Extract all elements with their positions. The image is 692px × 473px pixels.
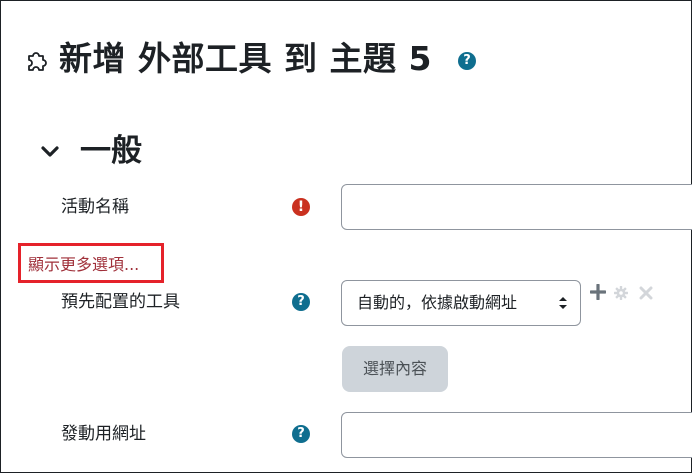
show-more-link[interactable]: 顯示更多選項... [28, 254, 139, 276]
puzzle-piece-icon [28, 52, 47, 71]
plus-icon[interactable] [590, 284, 606, 300]
question-circle-icon[interactable]: ? [292, 293, 310, 311]
question-circle-icon[interactable]: ? [458, 52, 476, 70]
preconfigured-tool-select[interactable]: 自動的，依據啟動網址 [341, 280, 581, 326]
launch-url-label: 發動用網址 [61, 424, 146, 444]
close-icon[interactable] [639, 286, 653, 300]
preconfigured-tool-value: 自動的，依據啟動網址 [357, 293, 518, 312]
gear-icon[interactable] [614, 286, 628, 300]
preconfigured-tool-label: 預先配置的工具 [61, 292, 180, 312]
question-circle-icon[interactable]: ? [292, 425, 310, 443]
launch-url-input[interactable] [341, 412, 692, 458]
page-title: 新增 外部工具 到 主題 5 [59, 39, 432, 78]
required-icon: ! [292, 198, 310, 216]
chevron-down-icon[interactable] [41, 145, 59, 159]
activity-name-input[interactable] [341, 184, 692, 230]
select-arrows-icon [559, 297, 567, 309]
section-title[interactable]: 一般 [80, 130, 142, 172]
activity-name-label: 活動名稱 [61, 197, 129, 217]
select-content-button[interactable]: 選擇內容 [342, 346, 448, 392]
